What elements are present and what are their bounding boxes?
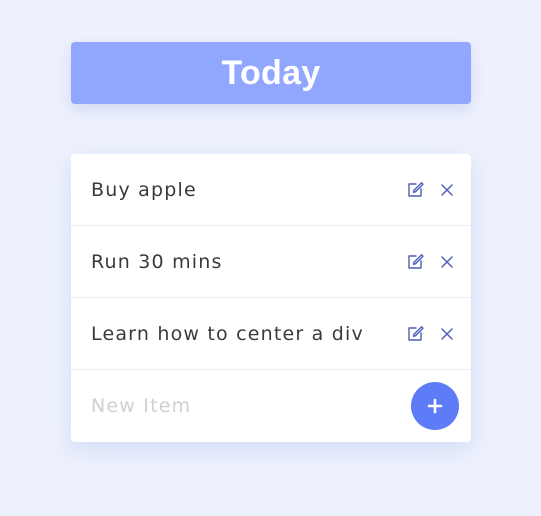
list-item: Run 30 mins: [71, 226, 471, 298]
list-item: Buy apple: [71, 154, 471, 226]
page-title: Today: [221, 53, 321, 92]
todo-list: Buy apple Run 30 mins Learn how to cente…: [71, 154, 471, 442]
plus-icon: [427, 398, 443, 414]
item-label: Learn how to center a div: [91, 322, 364, 345]
edit-icon: [408, 181, 424, 197]
item-label: Run 30 mins: [91, 250, 223, 273]
delete-button[interactable]: [437, 180, 457, 200]
item-actions: [405, 180, 457, 200]
edit-button[interactable]: [405, 252, 425, 272]
edit-button[interactable]: [405, 324, 425, 344]
close-icon: [441, 255, 453, 268]
delete-button[interactable]: [437, 324, 457, 344]
add-item-button[interactable]: [411, 382, 459, 430]
edit-icon: [408, 253, 424, 269]
item-label: Buy apple: [91, 178, 197, 201]
item-actions: [405, 252, 457, 272]
close-icon: [441, 327, 453, 340]
delete-button[interactable]: [437, 252, 457, 272]
new-item-row: [71, 370, 471, 442]
close-icon: [441, 183, 453, 196]
edit-button[interactable]: [405, 180, 425, 200]
edit-icon: [408, 325, 424, 341]
list-item: Learn how to center a div: [71, 298, 471, 370]
header-banner: Today: [71, 42, 471, 104]
new-item-input[interactable]: [91, 370, 391, 441]
item-actions: [405, 324, 457, 344]
